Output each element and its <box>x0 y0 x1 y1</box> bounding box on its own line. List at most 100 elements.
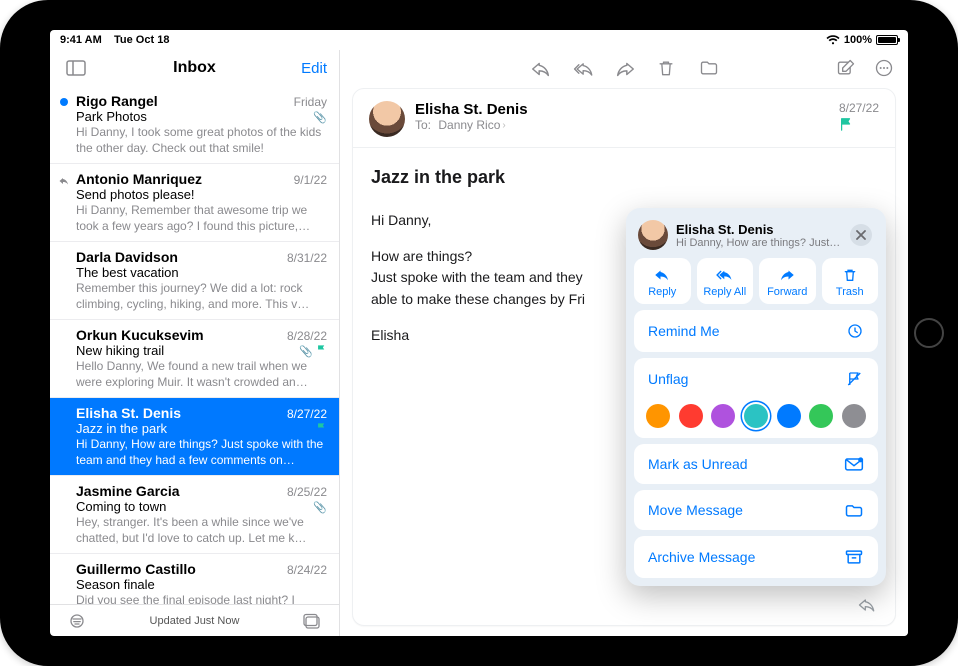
message-preview: Did you see the final episode last night… <box>76 592 327 604</box>
forward-icon <box>761 266 814 284</box>
trash-button[interactable]: Trash <box>822 258 879 304</box>
mail-header: Elisha St. Denis To: Danny Rico › 8/27/2… <box>353 89 895 148</box>
sync-status: Updated Just Now <box>64 615 325 627</box>
envelope-icon <box>844 456 864 472</box>
status-time: 9:41 AM <box>60 34 102 46</box>
wifi-icon <box>826 35 840 45</box>
ipad-frame: 9:41 AM Tue Oct 18 100% <box>0 0 958 666</box>
mark-unread-button[interactable]: Mark as Unread <box>634 444 878 484</box>
mail-subject: Jazz in the park <box>371 164 877 192</box>
reply-all-button[interactable]: Reply All <box>697 258 754 304</box>
archive-button[interactable]: Archive Message <box>634 536 878 578</box>
message-subject: Season finale <box>76 577 327 592</box>
mail-app: Inbox Edit Rigo RangelFridayPark Photos📎… <box>50 50 908 636</box>
sidebar-toolbar: Inbox Edit <box>50 50 339 86</box>
flag-color-dot[interactable] <box>711 404 735 428</box>
message-sender: Antonio Manriquez <box>76 171 202 187</box>
message-date: 9/1/22 <box>294 173 327 187</box>
message-item[interactable]: Elisha St. Denis8/27/22Jazz in the park … <box>50 398 339 476</box>
reader-toolbar <box>340 50 908 86</box>
popover-avatar <box>638 220 668 250</box>
folder-icon[interactable] <box>698 58 718 78</box>
message-item[interactable]: Jasmine Garcia8/25/22Coming to town📎Hey,… <box>50 476 339 554</box>
message-date: 8/25/22 <box>287 485 327 499</box>
message-preview: Hi Danny, Remember that awesome trip we … <box>76 202 327 234</box>
quick-reply-icon[interactable] <box>857 595 877 615</box>
message-date: 8/31/22 <box>287 251 327 265</box>
message-preview: Hello Danny, We found a new trail when w… <box>76 358 327 390</box>
message-subject: The best vacation <box>76 265 327 280</box>
message-subject: Jazz in the park <box>76 421 327 436</box>
clock-icon <box>846 322 864 340</box>
chevron-right-icon: › <box>502 120 505 131</box>
reader-pane: Elisha St. Denis To: Danny Rico › 8/27/2… <box>340 50 908 636</box>
message-subject: New hiking trail📎 <box>76 343 327 358</box>
flag-color-dot[interactable] <box>842 404 866 428</box>
flag-color-dot[interactable] <box>679 404 703 428</box>
message-date: 8/28/22 <box>287 329 327 343</box>
close-button[interactable] <box>850 224 872 246</box>
message-item[interactable]: Darla Davidson 8/31/22The best vacationRe… <box>50 242 339 320</box>
attachment-icon: 📎 <box>313 502 327 514</box>
home-button[interactable] <box>914 318 944 348</box>
move-message-button[interactable]: Move Message <box>634 490 878 530</box>
trash-icon <box>824 266 877 284</box>
forward-icon[interactable] <box>614 58 634 78</box>
flag-icon <box>839 117 879 131</box>
trash-icon[interactable] <box>656 58 676 78</box>
sender-avatar[interactable] <box>369 101 405 137</box>
battery-icon <box>876 35 898 45</box>
mail-date: 8/27/22 <box>839 101 879 115</box>
status-left: 9:41 AM Tue Oct 18 <box>60 34 169 46</box>
unflag-icon <box>846 370 864 388</box>
popover-header: Elisha St. Denis Hi Danny, How are thing… <box>634 216 878 258</box>
flag-color-dot[interactable] <box>777 404 801 428</box>
replied-icon <box>58 175 70 187</box>
screen: 9:41 AM Tue Oct 18 100% <box>50 30 908 636</box>
message-preview: Hey, stranger. It's been a while since w… <box>76 514 327 546</box>
reply-icon <box>636 266 689 284</box>
sidebar-footer: Updated Just Now <box>50 604 339 636</box>
reply-button[interactable]: Reply <box>634 258 691 304</box>
status-right: 100% <box>826 34 898 46</box>
message-item[interactable]: Orkun Kucuksevim8/28/22New hiking trail📎… <box>50 320 339 398</box>
message-subject: Send photos please! <box>76 187 327 202</box>
reply-all-icon <box>699 266 752 284</box>
message-item[interactable]: Rigo RangelFridayPark Photos📎Hi Danny, I… <box>50 86 339 164</box>
more-icon[interactable] <box>874 58 894 78</box>
compose-icon[interactable] <box>836 58 856 78</box>
message-preview: Hi Danny, How are things? Just spoke wit… <box>76 436 327 468</box>
message-list[interactable]: Rigo RangelFridayPark Photos📎Hi Danny, I… <box>50 86 339 604</box>
message-item[interactable]: Guillermo Castillo 8/24/22Season finaleDi… <box>50 554 339 604</box>
actions-popover: Elisha St. Denis Hi Danny, How are thing… <box>626 208 886 586</box>
compose-stack-button[interactable] <box>299 609 325 633</box>
remind-me-button[interactable]: Remind Me <box>634 310 878 352</box>
message-subject: Park Photos📎 <box>76 109 327 124</box>
flag-color-dot[interactable] <box>809 404 833 428</box>
message-date: 8/24/22 <box>287 563 327 577</box>
sidebar-toggle-button[interactable] <box>62 56 90 80</box>
folder-icon <box>844 502 864 518</box>
message-preview: Remember this journey? We did a lot: roc… <box>76 280 327 312</box>
message-sender: Guillermo Castillo <box>76 561 196 577</box>
flag-color-dot[interactable] <box>744 404 768 428</box>
message-item[interactable]: Antonio Manriquez 9/1/22Send photos pleas… <box>50 164 339 242</box>
status-date: Tue Oct 18 <box>114 34 169 46</box>
message-sender: Jasmine Garcia <box>76 483 180 499</box>
filter-button[interactable] <box>64 610 90 632</box>
edit-button[interactable]: Edit <box>301 60 327 77</box>
message-preview: Hi Danny, I took some great photos of th… <box>76 124 327 156</box>
mailbox-sidebar: Inbox Edit Rigo RangelFridayPark Photos📎… <box>50 50 340 636</box>
forward-button[interactable]: Forward <box>759 258 816 304</box>
flag-icon <box>313 346 327 358</box>
reply-all-icon[interactable] <box>572 58 592 78</box>
attachment-icon: 📎 <box>313 112 327 124</box>
message-sender: Elisha St. Denis <box>76 405 181 421</box>
flag-color-dot[interactable] <box>646 404 670 428</box>
reply-icon[interactable] <box>530 58 550 78</box>
message-date: 8/27/22 <box>287 407 327 421</box>
mail-to[interactable]: To: Danny Rico › <box>415 118 829 132</box>
message-sender: Darla Davidson <box>76 249 178 265</box>
mail-from[interactable]: Elisha St. Denis <box>415 101 829 118</box>
flag-icon <box>316 424 327 436</box>
